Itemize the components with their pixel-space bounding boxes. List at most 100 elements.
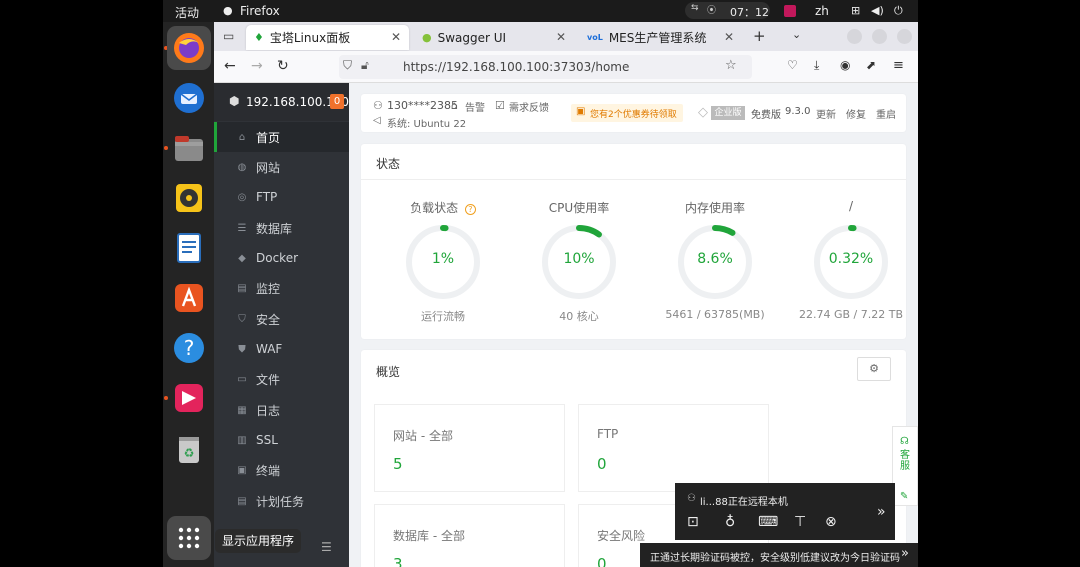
help-icon[interactable]: ? bbox=[167, 326, 211, 370]
extensions-icon[interactable]: ⬈ bbox=[866, 58, 876, 72]
ubuntu-top-bar: 活动 ● Firefox ⇆ ⦿ 07：12 zh ⊞ ◀) ⏻ bbox=[163, 0, 918, 22]
overview-box-ftp[interactable]: FTP 0 bbox=[578, 404, 769, 492]
gauge-arc bbox=[712, 225, 736, 236]
files-icon[interactable] bbox=[167, 126, 211, 170]
divider bbox=[361, 179, 906, 180]
overview-box-database[interactable]: 数据库 - 全部 3 bbox=[374, 504, 565, 567]
forward-icon[interactable]: → bbox=[251, 58, 263, 74]
enterprise-badge[interactable]: 企业版 bbox=[711, 106, 745, 120]
close-icon[interactable]: ✕ bbox=[724, 30, 734, 44]
remote-notice: 正通过长期验证码被控，安全级别低建议改为今日验证码 bbox=[650, 553, 900, 564]
libreoffice-writer-icon[interactable] bbox=[167, 226, 211, 270]
new-tab-button[interactable]: + bbox=[753, 27, 766, 45]
feedback-link[interactable]: 需求反馈 bbox=[509, 99, 549, 114]
power-icon[interactable]: ⏻ bbox=[894, 4, 903, 18]
close-window-button[interactable] bbox=[897, 29, 912, 44]
sidebar-item-security[interactable]: ⛉ 安全 bbox=[214, 304, 349, 334]
disconnect-icon[interactable]: ⊗ bbox=[825, 514, 837, 530]
account-icon[interactable]: ◉ bbox=[840, 58, 850, 72]
app-menu-label[interactable]: Firefox bbox=[240, 4, 280, 18]
microphone-icon[interactable]: ♁ bbox=[725, 514, 735, 530]
memory-value: 8.6% bbox=[697, 251, 733, 267]
repair-link[interactable]: 修复 bbox=[846, 106, 866, 121]
close-icon[interactable]: ✕ bbox=[391, 30, 401, 44]
shield-icon[interactable]: ⛉ bbox=[343, 58, 352, 73]
back-icon[interactable]: ← bbox=[224, 58, 236, 74]
activities-button[interactable]: 活动 bbox=[175, 4, 199, 21]
keyboard-icon[interactable]: ⌨ bbox=[758, 514, 778, 530]
update-link[interactable]: 更新 bbox=[816, 106, 836, 121]
overview-value[interactable]: 5 bbox=[393, 455, 403, 473]
sidebar-item-logs[interactable]: ▦ 日志 bbox=[214, 395, 349, 425]
folder-icon: ▭ bbox=[237, 373, 247, 385]
tab-bt-panel[interactable]: ♦ 宝塔Linux面板 ✕ bbox=[246, 25, 409, 50]
close-icon[interactable]: ✕ bbox=[556, 30, 566, 44]
firefox-small-icon: ● bbox=[223, 4, 233, 17]
url-bar[interactable]: ⛉ 🔓︎ https://192.168.100.100:37303/home … bbox=[339, 55, 752, 79]
user-icon: ⚇ bbox=[373, 99, 383, 112]
sidebar-item-ftp[interactable]: ◎ FTP bbox=[214, 182, 349, 212]
sidebar-item-terminal[interactable]: ▣ 终端 bbox=[214, 455, 349, 485]
coupon-banner[interactable]: ▣ 您有2个优惠券待领取 bbox=[571, 104, 683, 122]
sidebar-item-database[interactable]: ☰ 数据库 bbox=[214, 213, 349, 243]
cpu-gauge[interactable]: 10% bbox=[540, 223, 618, 301]
overview-box-website[interactable]: 网站 - 全部 5 bbox=[374, 404, 565, 492]
text-icon[interactable]: ⊤ bbox=[794, 514, 806, 530]
overview-value[interactable]: 3 bbox=[393, 555, 403, 567]
app-center-icon[interactable] bbox=[167, 276, 211, 320]
pocket-icon[interactable]: ♡ bbox=[787, 58, 798, 72]
volume-icon[interactable]: ◀) bbox=[871, 4, 884, 17]
overview-value[interactable]: 0 bbox=[597, 555, 607, 567]
expand-icon[interactable]: » bbox=[901, 546, 909, 561]
trash-icon[interactable]: ♻ bbox=[167, 426, 211, 470]
nav-bar: ← → ↻ ⛉ 🔓︎ https://192.168.100.100:37303… bbox=[214, 51, 918, 83]
tab-mes[interactable]: voL MES生产管理系统 ✕ bbox=[579, 25, 742, 50]
menu-icon[interactable]: ≡ bbox=[893, 58, 904, 73]
restart-link[interactable]: 重启 bbox=[876, 106, 896, 121]
sidebar-item-ssl[interactable]: ▥ SSL bbox=[214, 425, 349, 455]
overview-value[interactable]: 0 bbox=[597, 455, 607, 473]
memory-gauge[interactable]: 8.6% bbox=[676, 223, 754, 301]
remote-desktop-app-icon[interactable] bbox=[167, 376, 211, 420]
chat-icon[interactable]: ⊡ bbox=[687, 514, 699, 530]
cpu-sub: 40 核心 bbox=[559, 310, 599, 323]
minimize-button[interactable] bbox=[847, 29, 862, 44]
overview-label: FTP bbox=[597, 427, 619, 441]
download-icon[interactable]: ⤓ bbox=[814, 58, 819, 73]
show-apps-icon[interactable] bbox=[167, 516, 211, 560]
clock-pill[interactable]: ⇆ ⦿ 07：12 bbox=[685, 2, 770, 19]
load-gauge[interactable]: 1% bbox=[404, 223, 482, 301]
customer-service-tab[interactable]: ☊ 客服 ✎ bbox=[892, 426, 918, 506]
tab-overview-icon[interactable]: ▭ bbox=[223, 29, 234, 43]
sidebar-item-cron[interactable]: ▤ 计划任务 bbox=[214, 486, 349, 516]
tab-label: MES生产管理系统 bbox=[608, 31, 707, 45]
sidebar-item-monitor[interactable]: ▤ 监控 bbox=[214, 273, 349, 303]
thunderbird-icon[interactable] bbox=[167, 76, 211, 120]
firefox-icon[interactable] bbox=[167, 26, 211, 70]
network-icon[interactable]: ⊞ bbox=[851, 4, 860, 17]
reload-icon[interactable]: ↻ bbox=[277, 58, 289, 74]
disk-gauge[interactable]: 0.32% bbox=[812, 223, 890, 301]
chevron-down-icon[interactable]: ⌄ bbox=[792, 28, 801, 41]
message-badge[interactable]: 0 bbox=[330, 94, 344, 109]
tab-swagger[interactable]: ● Swagger UI ✕ bbox=[414, 25, 574, 50]
rhythmbox-icon[interactable] bbox=[167, 176, 211, 220]
bookmark-star-icon[interactable]: ☆ bbox=[725, 58, 737, 73]
user-account[interactable]: 130****2385 bbox=[387, 99, 458, 112]
sidebar-item-home[interactable]: ⌂ 首页 bbox=[214, 122, 349, 152]
lock-icon[interactable]: 🔓︎ bbox=[361, 58, 369, 73]
gear-icon[interactable]: ⚙ bbox=[857, 357, 891, 381]
svg-text:?: ? bbox=[184, 336, 195, 360]
help-icon[interactable]: ? bbox=[464, 204, 476, 215]
input-method[interactable]: zh bbox=[815, 4, 829, 18]
sidebar-item-website[interactable]: ◍ 网站 bbox=[214, 152, 349, 182]
url-text[interactable]: https://192.168.100.100:37303/home bbox=[403, 60, 629, 74]
expand-icon[interactable]: » bbox=[877, 504, 886, 520]
sidebar-item-waf[interactable]: ⛊ WAF bbox=[214, 334, 349, 364]
sidebar-item-files[interactable]: ▭ 文件 bbox=[214, 364, 349, 394]
collapse-menu-icon[interactable]: ☰ bbox=[321, 540, 332, 554]
tray-app-icon[interactable] bbox=[784, 5, 796, 17]
sidebar-item-docker[interactable]: ◆ Docker bbox=[214, 243, 349, 273]
maximize-button[interactable] bbox=[872, 29, 887, 44]
alert-link[interactable]: 告警 bbox=[465, 99, 485, 114]
